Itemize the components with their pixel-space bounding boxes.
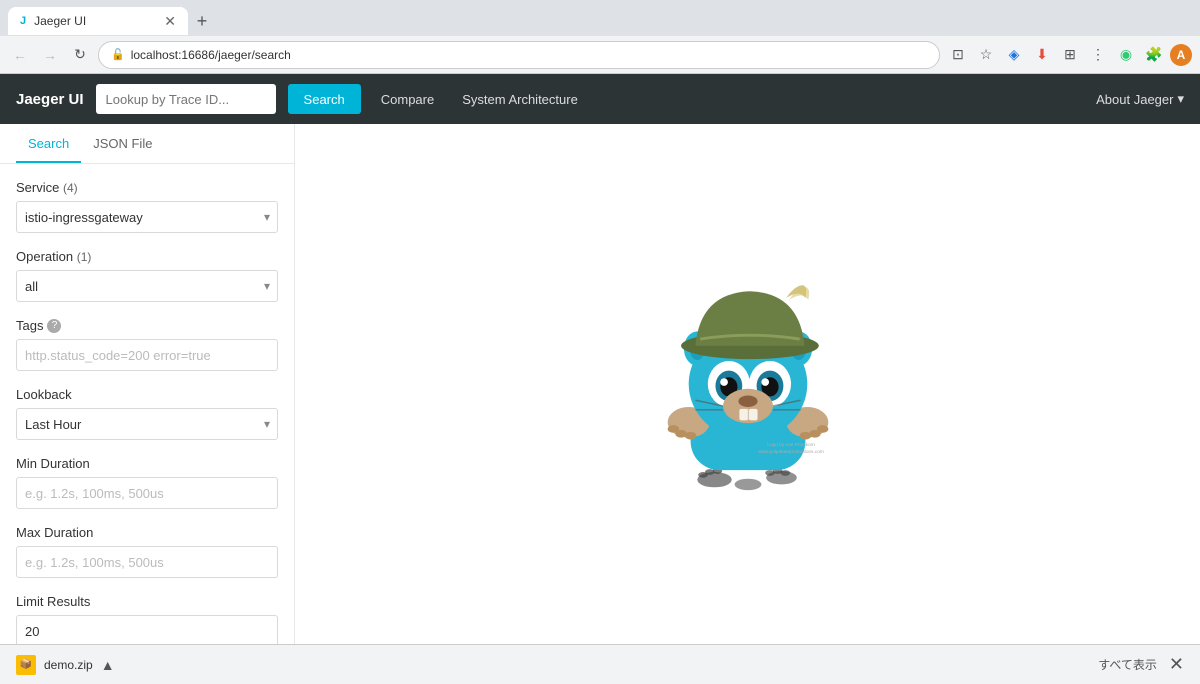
cast-icon[interactable]: ⊡	[946, 43, 970, 67]
tab-close-button[interactable]: ✕	[164, 13, 176, 30]
operation-select[interactable]: all	[16, 270, 278, 302]
operation-label: Operation (1)	[16, 249, 278, 264]
about-link-text: About Jaeger	[1096, 92, 1173, 107]
min-duration-label: Min Duration	[16, 456, 278, 471]
main-layout: Search JSON File Service (4) istio-ingre…	[0, 124, 1200, 644]
show-all-button[interactable]: すべて表示	[1098, 656, 1157, 673]
operation-count: (1)	[77, 250, 92, 264]
browser-chrome: J Jaeger UI ✕ + ← → ↻ 🔓 localhost:16686/…	[0, 0, 1200, 74]
tags-group: Tags ?	[16, 318, 278, 371]
download-item: 📦 demo.zip ▲	[16, 655, 115, 675]
tab-json-file[interactable]: JSON File	[81, 124, 164, 163]
service-label: Service (4)	[16, 180, 278, 195]
operation-select-wrapper: all	[16, 270, 278, 302]
lock-icon: 🔓	[111, 48, 125, 61]
tab-title: Jaeger UI	[34, 14, 156, 28]
settings-icon[interactable]: ⋮	[1086, 43, 1110, 67]
about-link[interactable]: About Jaeger ▾	[1096, 91, 1184, 107]
tags-help-icon[interactable]: ?	[47, 319, 61, 333]
sidebar: Search JSON File Service (4) istio-ingre…	[0, 124, 295, 644]
main-content: Logo by Lee Priyakorn www.polpakeeproduc…	[295, 124, 1200, 644]
service-select[interactable]: istio-ingressgateway service-a service-b…	[16, 201, 278, 233]
limit-results-input[interactable]	[16, 615, 278, 644]
service-group: Service (4) istio-ingressgateway service…	[16, 180, 278, 233]
lookback-group: Lookback Last Hour Last 2 Hours Last 3 H…	[16, 387, 278, 440]
download-bar: 📦 demo.zip ▲ すべて表示 ✕	[0, 644, 1200, 684]
gopher-illustration: Logo by Lee Priyakorn www.polpakeeproduc…	[638, 274, 858, 494]
address-text: localhost:16686/jaeger/search	[131, 48, 927, 62]
app-navbar: Jaeger UI Search Compare System Architec…	[0, 74, 1200, 124]
search-navbar-button[interactable]: Search	[288, 84, 361, 114]
compare-link[interactable]: Compare	[373, 92, 442, 107]
max-duration-group: Max Duration	[16, 525, 278, 578]
lookback-select-wrapper: Last Hour Last 2 Hours Last 3 Hours Last…	[16, 408, 278, 440]
gopher-svg: Logo by Lee Priyakorn www.polpakeeproduc…	[638, 274, 858, 494]
min-duration-input[interactable]	[16, 477, 278, 509]
ad-block-icon[interactable]: ◉	[1114, 43, 1138, 67]
app-logo: Jaeger UI	[16, 91, 84, 108]
about-chevron-icon: ▾	[1177, 91, 1184, 107]
browser-actions: ⊡ ☆ ◈ ⬇ ⊞ ⋮ ◉ 🧩 A	[946, 43, 1192, 67]
active-tab[interactable]: J Jaeger UI ✕	[8, 7, 188, 35]
apps-icon[interactable]: ⊞	[1058, 43, 1082, 67]
address-bar[interactable]: 🔓 localhost:16686/jaeger/search	[98, 41, 940, 69]
service-count: (4)	[63, 181, 78, 195]
extension-icon[interactable]: ◈	[1002, 43, 1026, 67]
download-icon[interactable]: ⬇	[1030, 43, 1054, 67]
limit-results-label: Limit Results	[16, 594, 278, 609]
min-duration-group: Min Duration	[16, 456, 278, 509]
max-duration-input[interactable]	[16, 546, 278, 578]
back-button[interactable]: ←	[8, 43, 32, 67]
lookback-label: Lookback	[16, 387, 278, 402]
lookback-select[interactable]: Last Hour Last 2 Hours Last 3 Hours Last…	[16, 408, 278, 440]
new-tab-button[interactable]: +	[188, 7, 216, 35]
forward-button[interactable]: →	[38, 43, 62, 67]
operation-group: Operation (1) all	[16, 249, 278, 302]
download-file-name: demo.zip	[44, 658, 93, 672]
svg-text:Logo by Lee Priyakorn: Logo by Lee Priyakorn	[767, 442, 815, 448]
sidebar-form: Service (4) istio-ingressgateway service…	[0, 164, 294, 644]
limit-results-group: Limit Results	[16, 594, 278, 644]
download-file-icon: 📦	[16, 655, 36, 675]
browser-controls: ← → ↻ 🔓 localhost:16686/jaeger/search ⊡ …	[0, 36, 1200, 74]
service-select-wrapper: istio-ingressgateway service-a service-b…	[16, 201, 278, 233]
system-architecture-link[interactable]: System Architecture	[454, 92, 586, 107]
refresh-button[interactable]: ↻	[68, 43, 92, 67]
profile-icon[interactable]: A	[1170, 44, 1192, 66]
trace-lookup-input[interactable]	[96, 84, 276, 114]
download-chevron-icon[interactable]: ▲	[101, 657, 115, 673]
tab-bar: J Jaeger UI ✕ +	[0, 0, 1200, 36]
svg-text:www.polpakeeproductions.com: www.polpakeeproductions.com	[758, 449, 824, 455]
tags-label: Tags ?	[16, 318, 278, 333]
bookmark-icon[interactable]: ☆	[974, 43, 998, 67]
tab-favicon: J	[20, 15, 26, 27]
max-duration-label: Max Duration	[16, 525, 278, 540]
extensions-btn[interactable]: 🧩	[1142, 43, 1166, 67]
tab-search[interactable]: Search	[16, 124, 81, 163]
download-bar-close-button[interactable]: ✕	[1169, 654, 1184, 675]
tags-input[interactable]	[16, 339, 278, 371]
sidebar-tabs: Search JSON File	[0, 124, 294, 164]
